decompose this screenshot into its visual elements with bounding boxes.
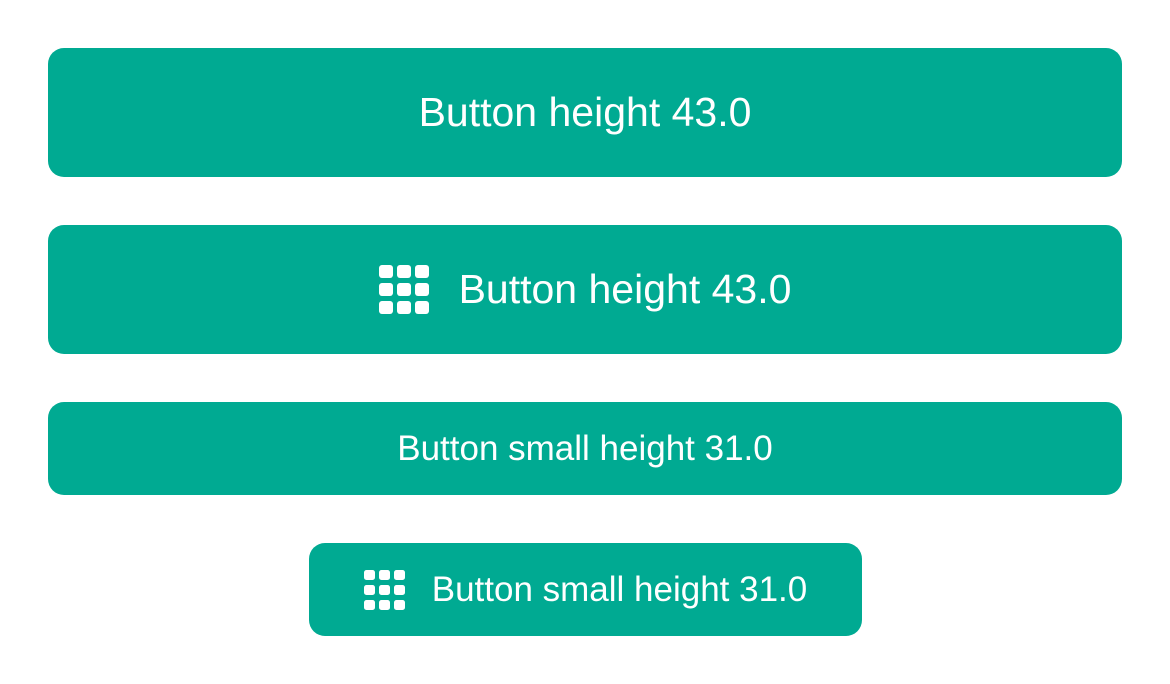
button-label: Button height 43.0: [458, 266, 792, 312]
keypad-grid-icon: [363, 569, 406, 610]
keypad-grid-icon: [378, 265, 430, 314]
button-small-height-31[interactable]: Button small height 31.0: [48, 402, 1122, 495]
button-label: Button small height 31.0: [431, 569, 808, 609]
button-label: Button small height 31.0: [397, 428, 773, 468]
button-height-43[interactable]: Button height 43.0: [48, 48, 1122, 177]
button-small-height-31-with-icon[interactable]: Button small height 31.0: [309, 543, 862, 636]
button-height-43-with-icon[interactable]: Button height 43.0: [48, 225, 1122, 354]
button-label: Button height 43.0: [418, 89, 752, 135]
